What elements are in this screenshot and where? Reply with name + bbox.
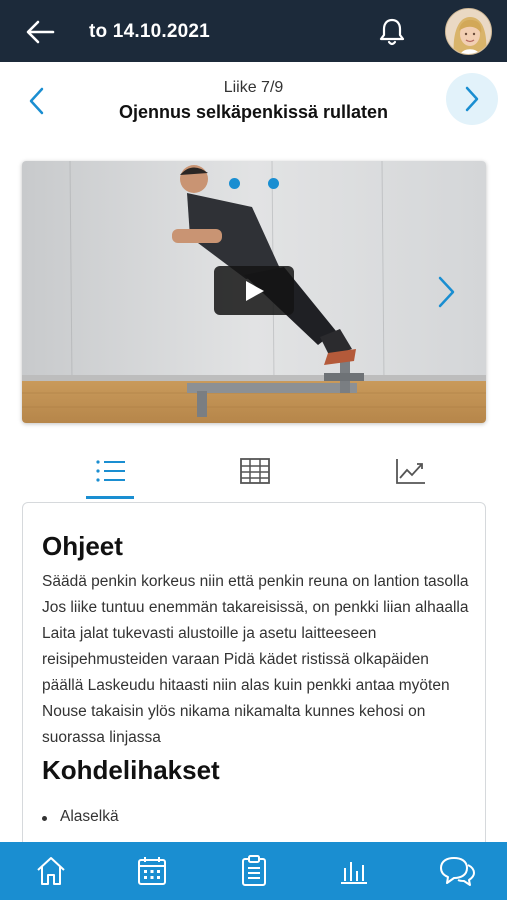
carousel-dot-2[interactable]	[268, 178, 279, 189]
bell-icon	[379, 18, 405, 46]
carousel-dot-1[interactable]	[229, 178, 240, 189]
chat-icon	[440, 857, 475, 886]
play-video-button[interactable]	[214, 266, 294, 315]
play-icon	[246, 281, 264, 301]
nav-chat-button[interactable]	[437, 854, 477, 888]
target-muscles-heading: Kohdelihakset	[42, 755, 220, 785]
arrow-left-icon	[26, 20, 55, 44]
tab-table[interactable]	[218, 447, 290, 499]
list-item: Alaselkä	[42, 808, 119, 826]
next-exercise-button[interactable]	[446, 73, 498, 125]
back-button[interactable]	[22, 14, 58, 50]
exercise-header: Liike 7/9 Ojennus selkäpenkissä rullaten	[0, 62, 507, 142]
instructions-heading: Ohjeet	[42, 531, 123, 561]
chevron-right-icon	[465, 86, 479, 112]
nav-stats-button[interactable]	[337, 854, 371, 888]
exercise-video-carousel[interactable]	[22, 161, 486, 423]
bottom-navigation	[0, 842, 507, 900]
user-avatar-image	[446, 9, 491, 54]
table-grid-icon	[240, 458, 270, 484]
header-title: to 14.10.2021	[89, 21, 210, 42]
exercise-name: Ojennus selkäpenkissä rullaten	[118, 102, 389, 122]
carousel-next-button[interactable]	[434, 272, 460, 312]
instructions-text: Säädä penkin korkeus niin että penkin re…	[42, 573, 469, 746]
app-header: to 14.10.2021	[0, 0, 507, 62]
clipboard-icon	[242, 855, 266, 886]
list-icon	[96, 460, 125, 482]
home-icon	[37, 857, 65, 885]
tab-instructions[interactable]	[74, 447, 146, 499]
notifications-button[interactable]	[374, 14, 410, 50]
chevron-right-icon	[438, 276, 455, 308]
content-tabs	[22, 447, 486, 499]
exercise-counter: Liike 7/9	[223, 79, 284, 96]
calendar-icon	[138, 857, 166, 885]
trend-chart-icon	[396, 459, 425, 484]
target-muscles-list: Alaselkä	[42, 808, 119, 826]
nav-clipboard-button[interactable]	[237, 854, 271, 888]
bar-chart-icon	[341, 862, 367, 884]
tab-progress[interactable]	[374, 447, 446, 499]
instructions-card: Ohjeet Säädä penkin korkeus niin että pe…	[22, 502, 486, 862]
nav-home-button[interactable]	[34, 854, 68, 888]
avatar[interactable]	[445, 8, 492, 55]
nav-calendar-button[interactable]	[135, 854, 169, 888]
